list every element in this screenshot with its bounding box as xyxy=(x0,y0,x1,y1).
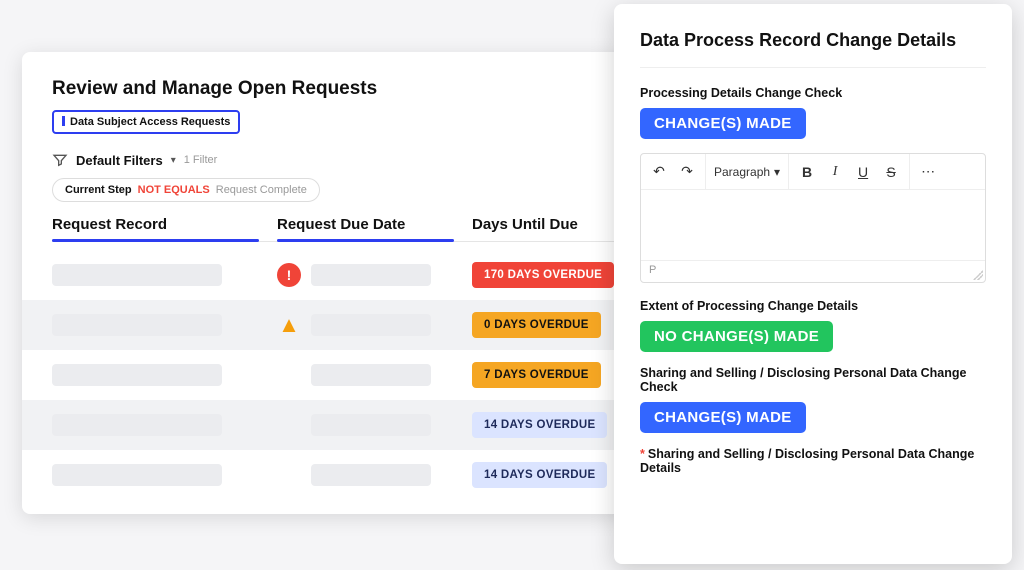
status-pill: CHANGE(S) MADE xyxy=(640,108,806,139)
overdue-badge: 0 DAYS OVERDUE xyxy=(472,312,601,338)
overdue-badge: 14 DAYS OVERDUE xyxy=(472,462,607,488)
resize-handle-icon[interactable] xyxy=(973,270,983,280)
placeholder-cell xyxy=(311,364,431,386)
filter-name[interactable]: Default Filters xyxy=(76,153,163,168)
editor-path: P xyxy=(649,264,656,276)
table-row[interactable]: ! 170 DAYS OVERDUE xyxy=(52,250,624,300)
section-label: Processing Details Change Check xyxy=(640,86,986,100)
filter-count: 1 Filter xyxy=(184,154,218,166)
table-body: ! 170 DAYS OVERDUE ▲ 0 DAYS OVERDUE 7 DAYS O… xyxy=(52,250,624,500)
table-row[interactable]: ▲ 0 DAYS OVERDUE xyxy=(22,300,654,350)
italic-button[interactable]: I xyxy=(825,162,845,182)
underline-button[interactable]: U xyxy=(853,162,873,182)
placeholder-cell xyxy=(52,414,222,436)
chevron-down-icon: ▾ xyxy=(774,165,780,179)
chevron-down-icon[interactable]: ▾ xyxy=(171,155,176,166)
placeholder-cell xyxy=(311,314,431,336)
table-row[interactable]: 14 DAYS OVERDUE xyxy=(52,450,624,500)
status-pill: CHANGE(S) MADE xyxy=(640,402,806,433)
column-request-due-date[interactable]: Request Due Date xyxy=(277,216,472,241)
placeholder-cell xyxy=(52,264,222,286)
strike-button[interactable]: S xyxy=(881,162,901,182)
change-details-panel: Data Process Record Change Details Proce… xyxy=(614,4,1012,564)
overdue-badge: 7 DAYS OVERDUE xyxy=(472,362,601,388)
placeholder-cell xyxy=(52,464,222,486)
overdue-badge: 170 DAYS OVERDUE xyxy=(472,262,614,288)
required-asterisk: * xyxy=(640,447,645,461)
placeholder-cell xyxy=(311,414,431,436)
table-header: Request Record Request Due Date Days Unt… xyxy=(52,216,624,242)
placeholder-cell xyxy=(52,364,222,386)
table-row[interactable]: 7 DAYS OVERDUE xyxy=(52,350,624,400)
status-pill: NO CHANGE(S) MADE xyxy=(640,321,833,352)
placeholder-cell xyxy=(311,464,431,486)
bold-button[interactable]: B xyxy=(797,162,817,182)
section-label: Extent of Processing Change Details xyxy=(640,299,986,313)
page-title: Review and Manage Open Requests xyxy=(52,78,624,100)
redo-icon[interactable]: ↷ xyxy=(677,162,697,182)
editor-textarea[interactable] xyxy=(641,190,985,260)
column-days-until-due[interactable]: Days Until Due xyxy=(472,216,624,241)
overdue-badge: 14 DAYS OVERDUE xyxy=(472,412,607,438)
placeholder-cell xyxy=(52,314,222,336)
filter-bar: Default Filters ▾ 1 Filter xyxy=(52,152,624,168)
section-label: Sharing and Selling / Disclosing Persona… xyxy=(640,366,986,394)
paragraph-style-select[interactable]: Paragraph ▾ xyxy=(714,165,780,179)
undo-icon[interactable]: ↶ xyxy=(649,162,669,182)
alert-circle-icon: ! xyxy=(277,263,301,287)
placeholder-cell xyxy=(311,264,431,286)
more-icon[interactable]: ⋯ xyxy=(918,162,938,182)
alert-triangle-icon: ▲ xyxy=(277,313,301,337)
table-row[interactable]: 14 DAYS OVERDUE xyxy=(22,400,654,450)
filter-icon xyxy=(52,152,68,168)
editor-footer: P xyxy=(641,260,985,282)
open-requests-panel: Review and Manage Open Requests Data Sub… xyxy=(22,52,654,514)
editor-toolbar: ↶ ↷ Paragraph ▾ B I U S ⋯ xyxy=(641,154,985,190)
section-label: *Sharing and Selling / Disclosing Person… xyxy=(640,447,986,475)
filter-chip[interactable]: Current Step NOT EQUALS Request Complete xyxy=(52,178,320,202)
category-tag[interactable]: Data Subject Access Requests xyxy=(52,110,240,134)
column-request-record[interactable]: Request Record xyxy=(52,216,277,241)
rich-text-editor: ↶ ↷ Paragraph ▾ B I U S ⋯ P xyxy=(640,153,986,283)
panel-title: Data Process Record Change Details xyxy=(640,30,986,68)
